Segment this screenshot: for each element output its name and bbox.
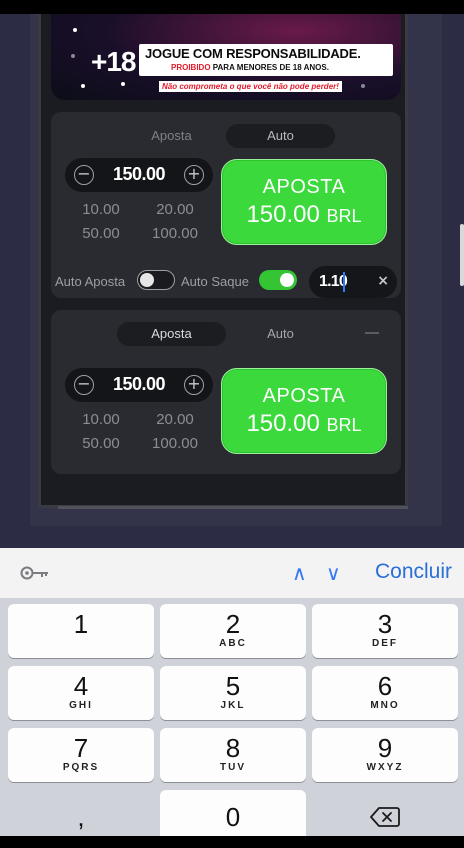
sparkle-dot <box>71 54 75 58</box>
bet-panel-2: Aposta Auto − 150.00 + 10.00 20.00 50.00… <box>51 310 401 474</box>
key-letters: GHI <box>69 700 93 711</box>
key-letters: JKL <box>220 700 246 711</box>
numeric-keyboard: ∧ ∨ Concluir 1 2 ABC 3 DEF 4 GHI 5 JKL 6 MNO … <box>0 548 464 848</box>
key-digit: 5 <box>225 671 241 701</box>
auto-settings-row: Auto Aposta Auto Saque 1.10 × <box>51 266 401 298</box>
age-restriction-rest: PARA MENORES DE 18 ANOS. <box>210 63 329 72</box>
tab-auto[interactable]: Auto <box>226 124 335 148</box>
bet-amount-stepper[interactable]: − 150.00 + <box>65 368 213 402</box>
key-1[interactable]: 1 <box>8 604 154 658</box>
key-letters: DEF <box>372 638 398 649</box>
toggle-knob <box>280 273 294 287</box>
key-digit: 6 <box>377 671 393 701</box>
key-letters: TUV <box>220 762 246 773</box>
quick-amount-button[interactable]: 100.00 <box>147 225 203 242</box>
key-letters: PQRS <box>62 762 100 773</box>
previous-field-icon[interactable]: ∧ <box>292 561 307 585</box>
quick-amount-button[interactable]: 100.00 <box>147 435 203 452</box>
key-digit: 3 <box>377 609 393 639</box>
quick-amount-button[interactable]: 20.00 <box>147 411 203 428</box>
key-digit: , <box>77 802 85 832</box>
mode-tabs: Aposta Auto <box>117 322 335 346</box>
bet-button-currency: BRL <box>326 206 362 226</box>
age-restriction-text: PROIBIDO PARA MENORES DE 18 ANOS. <box>171 63 329 72</box>
text-cursor <box>343 272 345 292</box>
key-digit: 7 <box>73 733 89 763</box>
responsibility-box: JOGUE COM RESPONSABILIDADE. PROIBIDO PAR… <box>139 44 393 76</box>
quick-amount-button[interactable]: 10.00 <box>73 411 129 428</box>
key-8[interactable]: 8 TUV <box>160 728 306 782</box>
auto-cashout-multiplier-input[interactable]: 1.10 × <box>309 266 397 298</box>
key-digit: 9 <box>377 733 393 763</box>
key-letters: WXYZ <box>366 762 404 773</box>
quick-amount-button[interactable]: 10.00 <box>73 201 129 218</box>
bottom-strip <box>0 836 464 848</box>
bet-button-amount-line: 150.00 BRL <box>222 201 386 229</box>
quick-amount-button[interactable]: 50.00 <box>73 225 129 242</box>
prohibited-word: PROIBIDO <box>171 63 211 72</box>
game-area: +18 JOGUE COM RESPONSABILIDADE. PROIBIDO… <box>0 14 464 548</box>
bet-button-amount-line: 150.00 BRL <box>222 410 386 438</box>
key-9[interactable]: 9 WXYZ <box>312 728 458 782</box>
key-6[interactable]: 6 MNO <box>312 666 458 720</box>
key-2[interactable]: 2 ABC <box>160 604 306 658</box>
decrease-amount-button[interactable]: − <box>74 165 94 185</box>
responsibility-title: JOGUE COM RESPONSABILIDADE. <box>145 46 361 61</box>
bet-amount-stepper[interactable]: − 150.00 + <box>65 158 213 192</box>
bet-button-label: APOSTA <box>262 385 346 407</box>
increase-amount-button[interactable]: + <box>184 375 204 395</box>
tab-auto[interactable]: Auto <box>226 322 335 346</box>
next-field-icon[interactable]: ∨ <box>326 561 341 585</box>
bet-button-currency: BRL <box>326 415 362 435</box>
sparkle-dot <box>121 82 125 86</box>
tab-aposta[interactable]: Aposta <box>117 322 226 346</box>
backspace-icon <box>370 807 400 827</box>
frame-bottom-edge <box>58 506 408 509</box>
sparkle-dot <box>73 28 77 32</box>
bet-amount-value[interactable]: 150.00 <box>97 374 181 395</box>
bet-button-amount: 150.00 <box>246 201 320 228</box>
status-strip <box>0 0 464 14</box>
bet-frame: +18 JOGUE COM RESPONSABILIDADE. PROIBIDO… <box>38 14 408 508</box>
toggle-knob <box>140 273 154 287</box>
bet-amount-value[interactable]: 150.00 <box>97 164 181 185</box>
warning-text: Não comprometa o que você não pode perde… <box>159 81 342 92</box>
decrease-amount-button[interactable]: − <box>74 375 94 395</box>
place-bet-button[interactable]: APOSTA 150.00 BRL <box>221 368 387 454</box>
place-bet-button[interactable]: APOSTA 150.00 BRL <box>221 159 387 245</box>
key-digit: 2 <box>225 609 241 639</box>
tab-aposta[interactable]: Aposta <box>117 124 226 148</box>
responsible-gaming-banner: +18 JOGUE COM RESPONSABILIDADE. PROIBIDO… <box>51 14 401 100</box>
key-icon[interactable] <box>20 564 50 582</box>
quick-amount-button[interactable]: 20.00 <box>147 201 203 218</box>
auto-cashout-label: Auto Saque <box>181 274 249 289</box>
remove-panel-icon[interactable] <box>365 332 379 334</box>
key-4[interactable]: 4 GHI <box>8 666 154 720</box>
auto-bet-toggle[interactable] <box>137 270 175 290</box>
auto-cashout-toggle[interactable] <box>259 270 297 290</box>
key-5[interactable]: 5 JKL <box>160 666 306 720</box>
keyboard-toolbar: ∧ ∨ Concluir <box>0 548 464 598</box>
bet-button-label: APOSTA <box>262 176 346 198</box>
key-digit: 0 <box>225 802 241 832</box>
clear-input-icon[interactable]: × <box>377 273 389 289</box>
key-digit: 8 <box>225 733 241 763</box>
key-letters: ABC <box>219 638 247 649</box>
done-button[interactable]: Concluir <box>375 560 452 584</box>
key-digit: 1 <box>73 609 89 639</box>
sparkle-dot <box>361 84 365 88</box>
quick-amount-button[interactable]: 50.00 <box>73 435 129 452</box>
key-7[interactable]: 7 PQRS <box>8 728 154 782</box>
sparkle-dot <box>81 84 85 88</box>
key-digit: 4 <box>73 671 89 701</box>
age-18-badge: +18 <box>91 46 136 77</box>
increase-amount-button[interactable]: + <box>184 165 204 185</box>
page-scrollbar[interactable] <box>460 224 464 286</box>
mode-tabs: Aposta Auto <box>117 124 335 148</box>
auto-bet-label: Auto Aposta <box>55 274 126 289</box>
bet-button-amount: 150.00 <box>246 410 320 437</box>
key-3[interactable]: 3 DEF <box>312 604 458 658</box>
key-letters: MNO <box>370 700 400 711</box>
